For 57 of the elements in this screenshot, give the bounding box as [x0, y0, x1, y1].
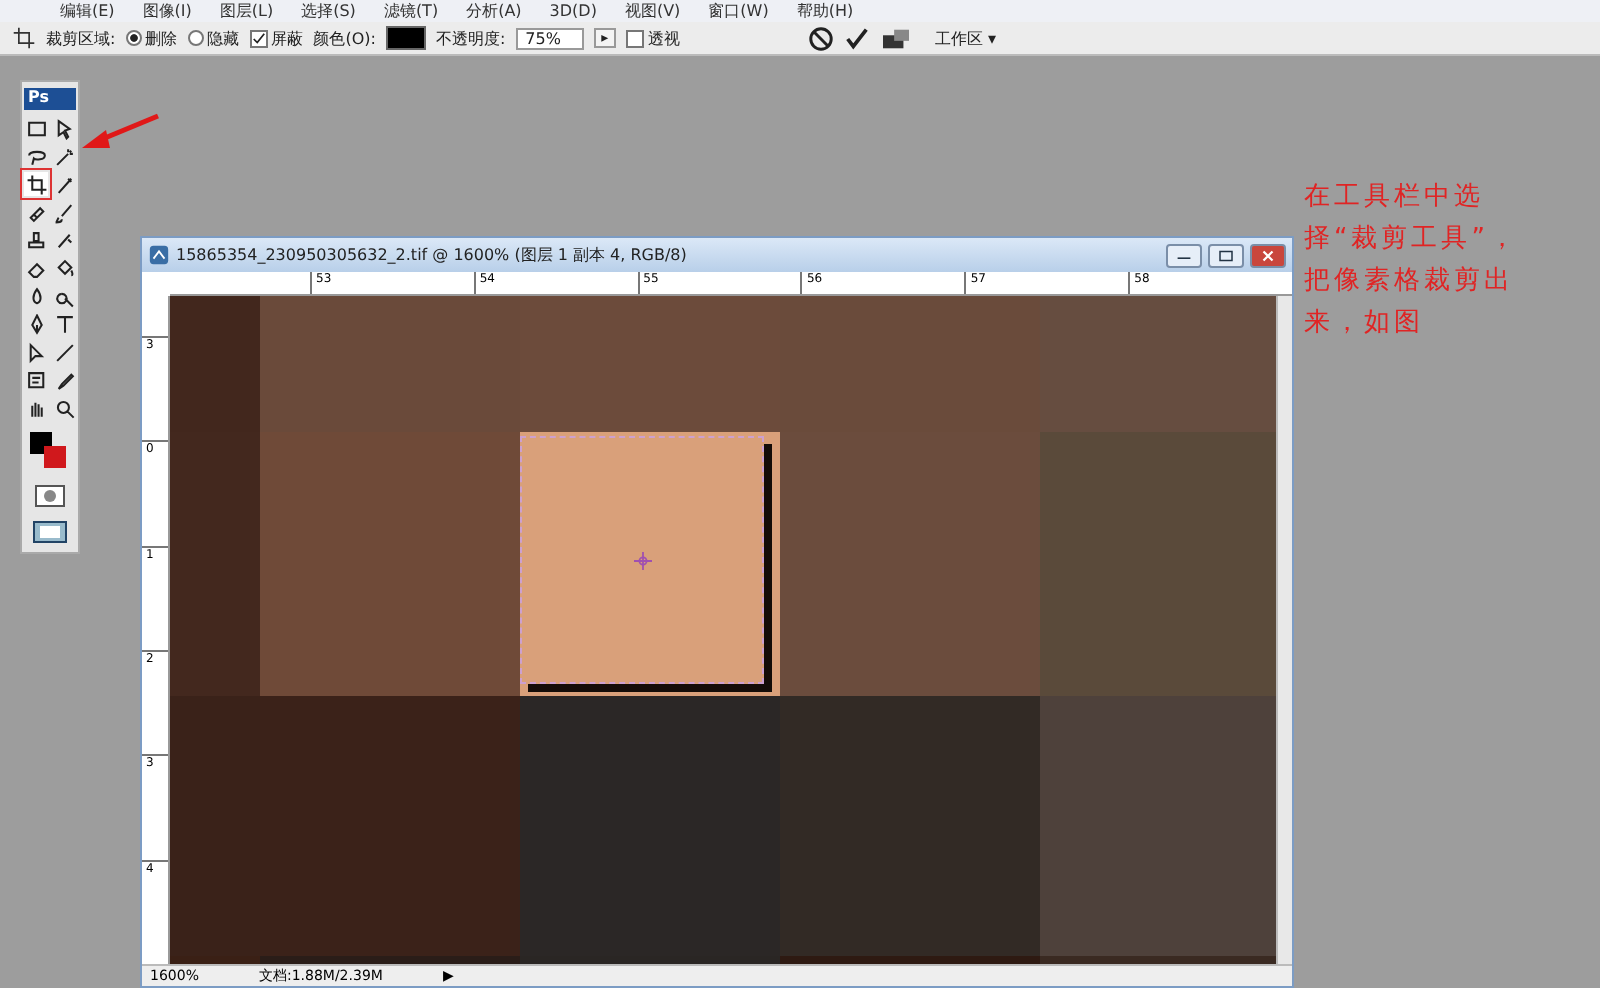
quick-mask-icon[interactable]: [34, 484, 66, 508]
tool-button[interactable]: [52, 144, 76, 168]
crop-icon[interactable]: [12, 26, 36, 50]
menu-item[interactable]: 分析(A): [466, 0, 522, 22]
tool-button[interactable]: [52, 256, 76, 280]
workspace-button[interactable]: 工作区 ▾: [922, 27, 1008, 49]
document-icon: [148, 244, 170, 266]
crosshair-icon: [633, 551, 651, 569]
checkmark-icon[interactable]: [844, 25, 871, 51]
menu-item[interactable]: 3D(D): [549, 2, 597, 20]
palette-icon[interactable]: [880, 25, 913, 51]
annotation-arrow: [80, 112, 160, 152]
tool-button[interactable]: [24, 368, 48, 392]
tool-button[interactable]: [24, 116, 48, 140]
tool-button[interactable]: [52, 312, 76, 336]
checkbox[interactable]: [249, 29, 268, 47]
menu-item[interactable]: 帮助(H): [796, 0, 854, 22]
tool-button[interactable]: [24, 340, 48, 364]
perspective-checkbox-option[interactable]: 透视: [626, 27, 681, 49]
color-label: 颜色(O):: [313, 27, 376, 49]
radio-button[interactable]: [187, 30, 204, 46]
shield-checkbox-option[interactable]: 屏蔽: [249, 27, 304, 49]
tool-button[interactable]: [52, 340, 76, 364]
menu-item[interactable]: 编辑(E): [60, 0, 115, 22]
menu-item[interactable]: 图层(L): [219, 0, 274, 22]
app-logo: Ps: [24, 88, 76, 110]
tool-button[interactable]: [24, 172, 48, 196]
tool-button[interactable]: [52, 116, 76, 140]
tool-button[interactable]: [52, 368, 76, 392]
menu-item[interactable]: 图像(I): [142, 0, 192, 22]
document-title: 15865354_230950305632_2.tif @ 1600% (图层 1 副本 4, RGB/8): [176, 244, 687, 266]
scrollbar[interactable]: [1276, 296, 1292, 964]
annotation-text: 在工具栏中选择“裁剪工具”，把像素格裁剪出来，如图: [1304, 180, 1521, 342]
menu-item[interactable]: 选择(S): [301, 0, 356, 22]
close-button[interactable]: [1250, 243, 1286, 267]
tool-button[interactable]: [52, 396, 76, 420]
color-swatches-drawing[interactable]: [28, 432, 72, 472]
radio-button[interactable]: [125, 30, 142, 46]
opacity-label: 不透明度:: [435, 27, 506, 49]
radio-option[interactable]: 隐藏: [187, 27, 240, 49]
opacity-field[interactable]: 75%: [515, 27, 584, 49]
radio-option[interactable]: 删除: [125, 27, 178, 49]
tool-button[interactable]: [24, 228, 48, 252]
menu-item[interactable]: 视图(V): [624, 0, 681, 22]
tool-button[interactable]: [52, 172, 76, 196]
menu-item[interactable]: 窗口(W): [708, 0, 769, 22]
tool-button[interactable]: [52, 200, 76, 224]
crop-area-label: 裁剪区域:: [46, 27, 116, 49]
color-swatch[interactable]: [385, 26, 426, 50]
checkbox[interactable]: [626, 29, 645, 47]
maximize-button[interactable]: [1208, 243, 1244, 267]
minimize-button[interactable]: [1166, 243, 1202, 267]
cancel-icon[interactable]: [808, 25, 835, 51]
maximize-icon: [1218, 249, 1234, 261]
close-icon: [1260, 249, 1276, 261]
screen-mode-icon[interactable]: [32, 520, 68, 544]
menu-item[interactable]: 滤镜(T): [383, 0, 439, 22]
